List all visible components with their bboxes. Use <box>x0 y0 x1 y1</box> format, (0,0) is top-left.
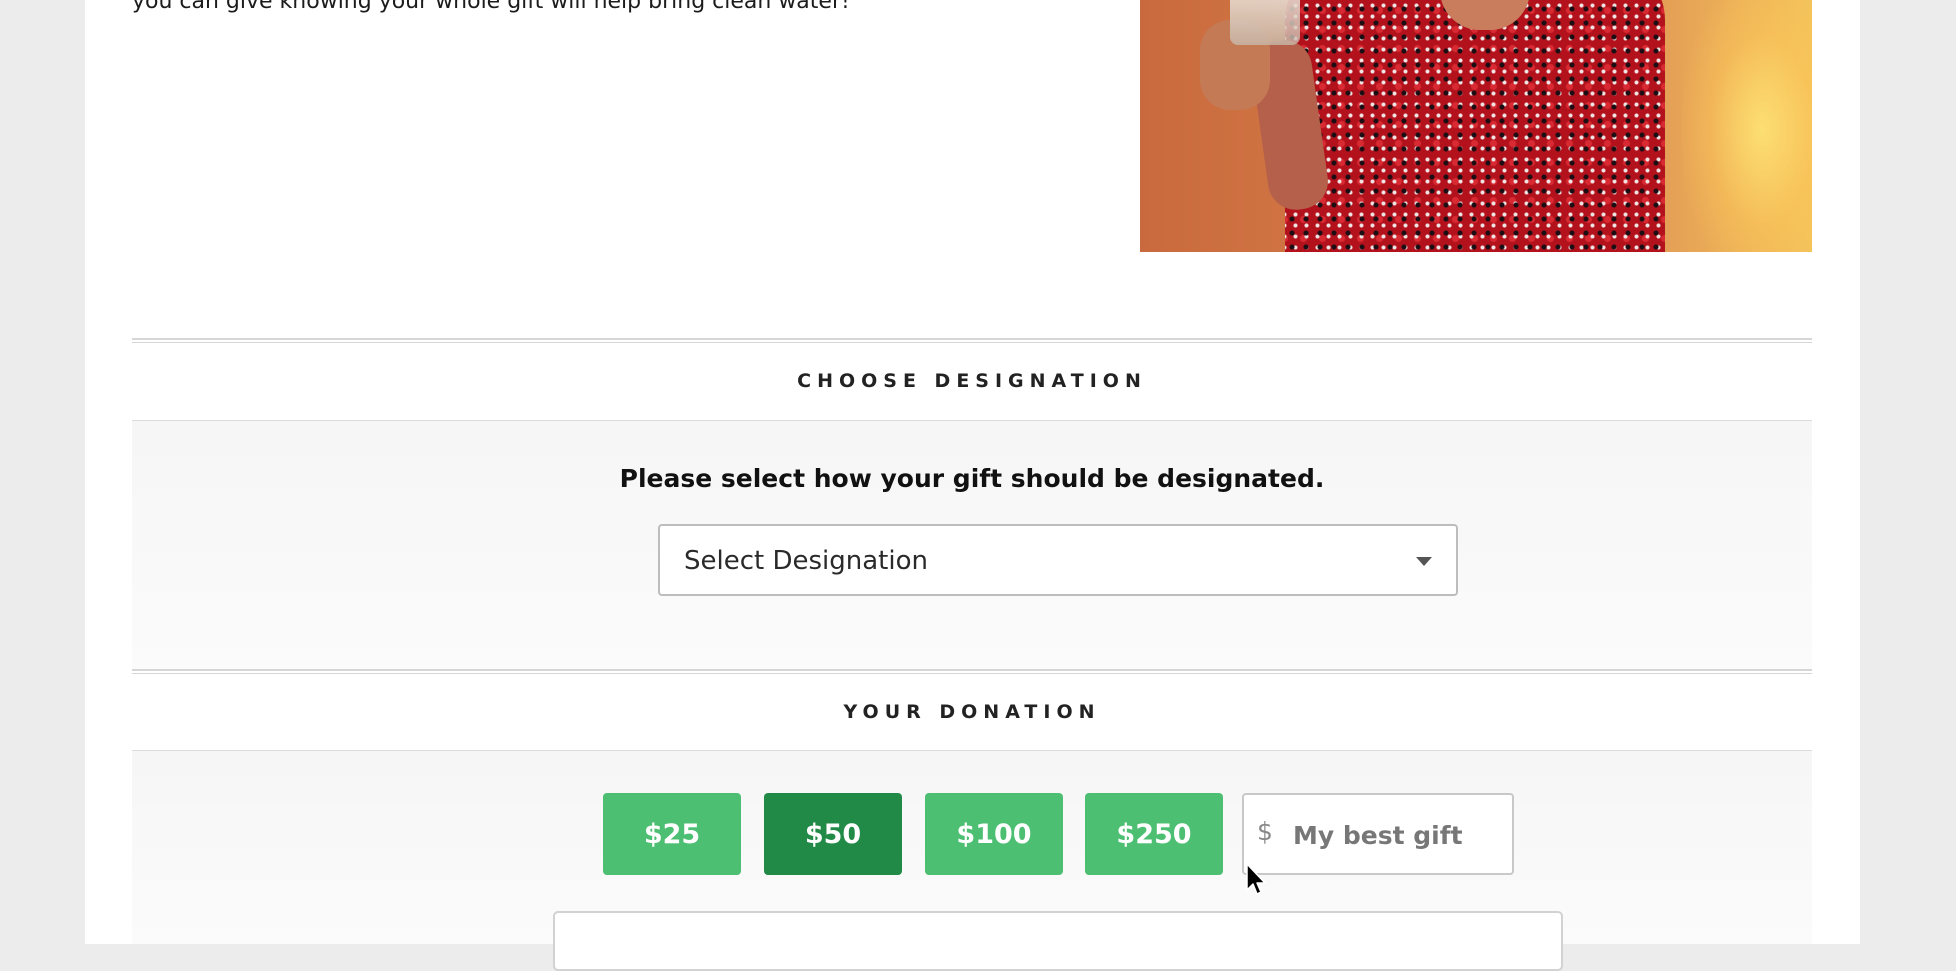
amount-button-50[interactable]: $50 <box>764 793 902 875</box>
photo-glow <box>1682 0 1812 252</box>
amount-button-25[interactable]: $25 <box>603 793 741 875</box>
currency-symbol: $ <box>1257 817 1273 846</box>
donation-panel: $25 $50 $100 $250 $ <box>132 750 1812 971</box>
caret-down-icon <box>1416 557 1432 566</box>
designation-select[interactable]: Select Designation <box>658 524 1458 596</box>
custom-amount-field[interactable]: $ <box>1242 793 1514 875</box>
section-divider <box>132 338 1812 343</box>
designation-panel: Please select how your gift should be de… <box>132 420 1812 670</box>
intro-paragraph: you can give knowing your whole gift wil… <box>132 0 850 14</box>
designation-heading: CHOOSE DESIGNATION <box>797 370 1147 392</box>
donation-page: you can give knowing your whole gift wil… <box>85 0 1860 971</box>
designation-select-value: Select Designation <box>684 546 928 576</box>
amount-button-100[interactable]: $100 <box>925 793 1063 875</box>
section-divider <box>132 669 1812 674</box>
next-form-field[interactable] <box>553 911 1563 971</box>
donation-heading: YOUR DONATION <box>843 701 1101 723</box>
photo-water-glass <box>1230 0 1300 45</box>
hero-photo <box>1140 0 1812 252</box>
custom-amount-input[interactable] <box>1291 811 1505 859</box>
photo-blouse <box>1285 0 1665 252</box>
amount-button-250[interactable]: $250 <box>1085 793 1223 875</box>
mouse-pointer-icon <box>1246 863 1266 895</box>
designation-prompt: Please select how your gift should be de… <box>619 464 1325 493</box>
